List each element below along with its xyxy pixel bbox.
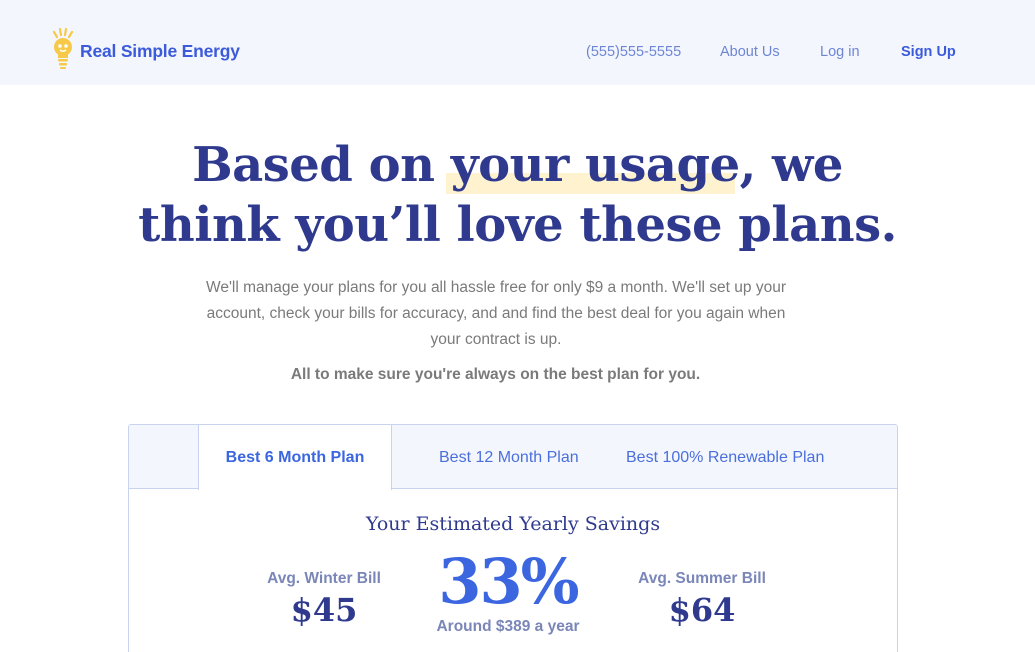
headline-pre: Based on (192, 137, 451, 193)
winter-bill-amount: $45 (290, 591, 358, 629)
savings-percent: 33% (438, 545, 579, 618)
sign-up-link[interactable]: Sign Up (901, 44, 956, 60)
site-header: Real Simple Energy (555)555-5555 About U… (0, 0, 1035, 85)
hero-tagline: All to make sure you're always on the be… (290, 366, 701, 383)
hero-description: We'll manage your plans for you all hass… (205, 279, 786, 348)
tab-best-6-month-plan[interactable]: Best 6 Month Plan (198, 425, 392, 490)
tab-best-12-month-plan[interactable]: Best 12 Month Plan (439, 425, 579, 489)
summer-bill-amount: $64 (668, 591, 736, 629)
log-in-link[interactable]: Log in (820, 44, 860, 60)
savings-around: Around $389 a year (436, 618, 580, 635)
plans-panel: Best 6 Month Plan Best 12 Month Plan Bes… (128, 424, 898, 652)
plan-tabs: Best 6 Month Plan Best 12 Month Plan Bes… (129, 425, 897, 490)
about-us-link[interactable]: About Us (720, 44, 780, 60)
headline-line-2: think you’ll love these plans. (138, 197, 897, 253)
page-headline: Based on your usage, we think you’ll lov… (0, 135, 1035, 255)
winter-bill-label: Avg. Winter Bill (267, 570, 381, 587)
savings-title: Your Estimated Yearly Savings (365, 513, 661, 535)
summer-bill-label: Avg. Summer Bill (638, 570, 766, 587)
lightbulb-icon (50, 27, 78, 75)
phone-link[interactable]: (555)555-5555 (586, 44, 681, 60)
tab-best-100-renewable-plan[interactable]: Best 100% Renewable Plan (626, 425, 824, 489)
brand-logo[interactable]: Real Simple Energy (50, 27, 240, 75)
brand-name: Real Simple Energy (80, 41, 240, 61)
headline-post: we (755, 137, 843, 193)
headline-highlight-text: your usage, (450, 137, 757, 193)
